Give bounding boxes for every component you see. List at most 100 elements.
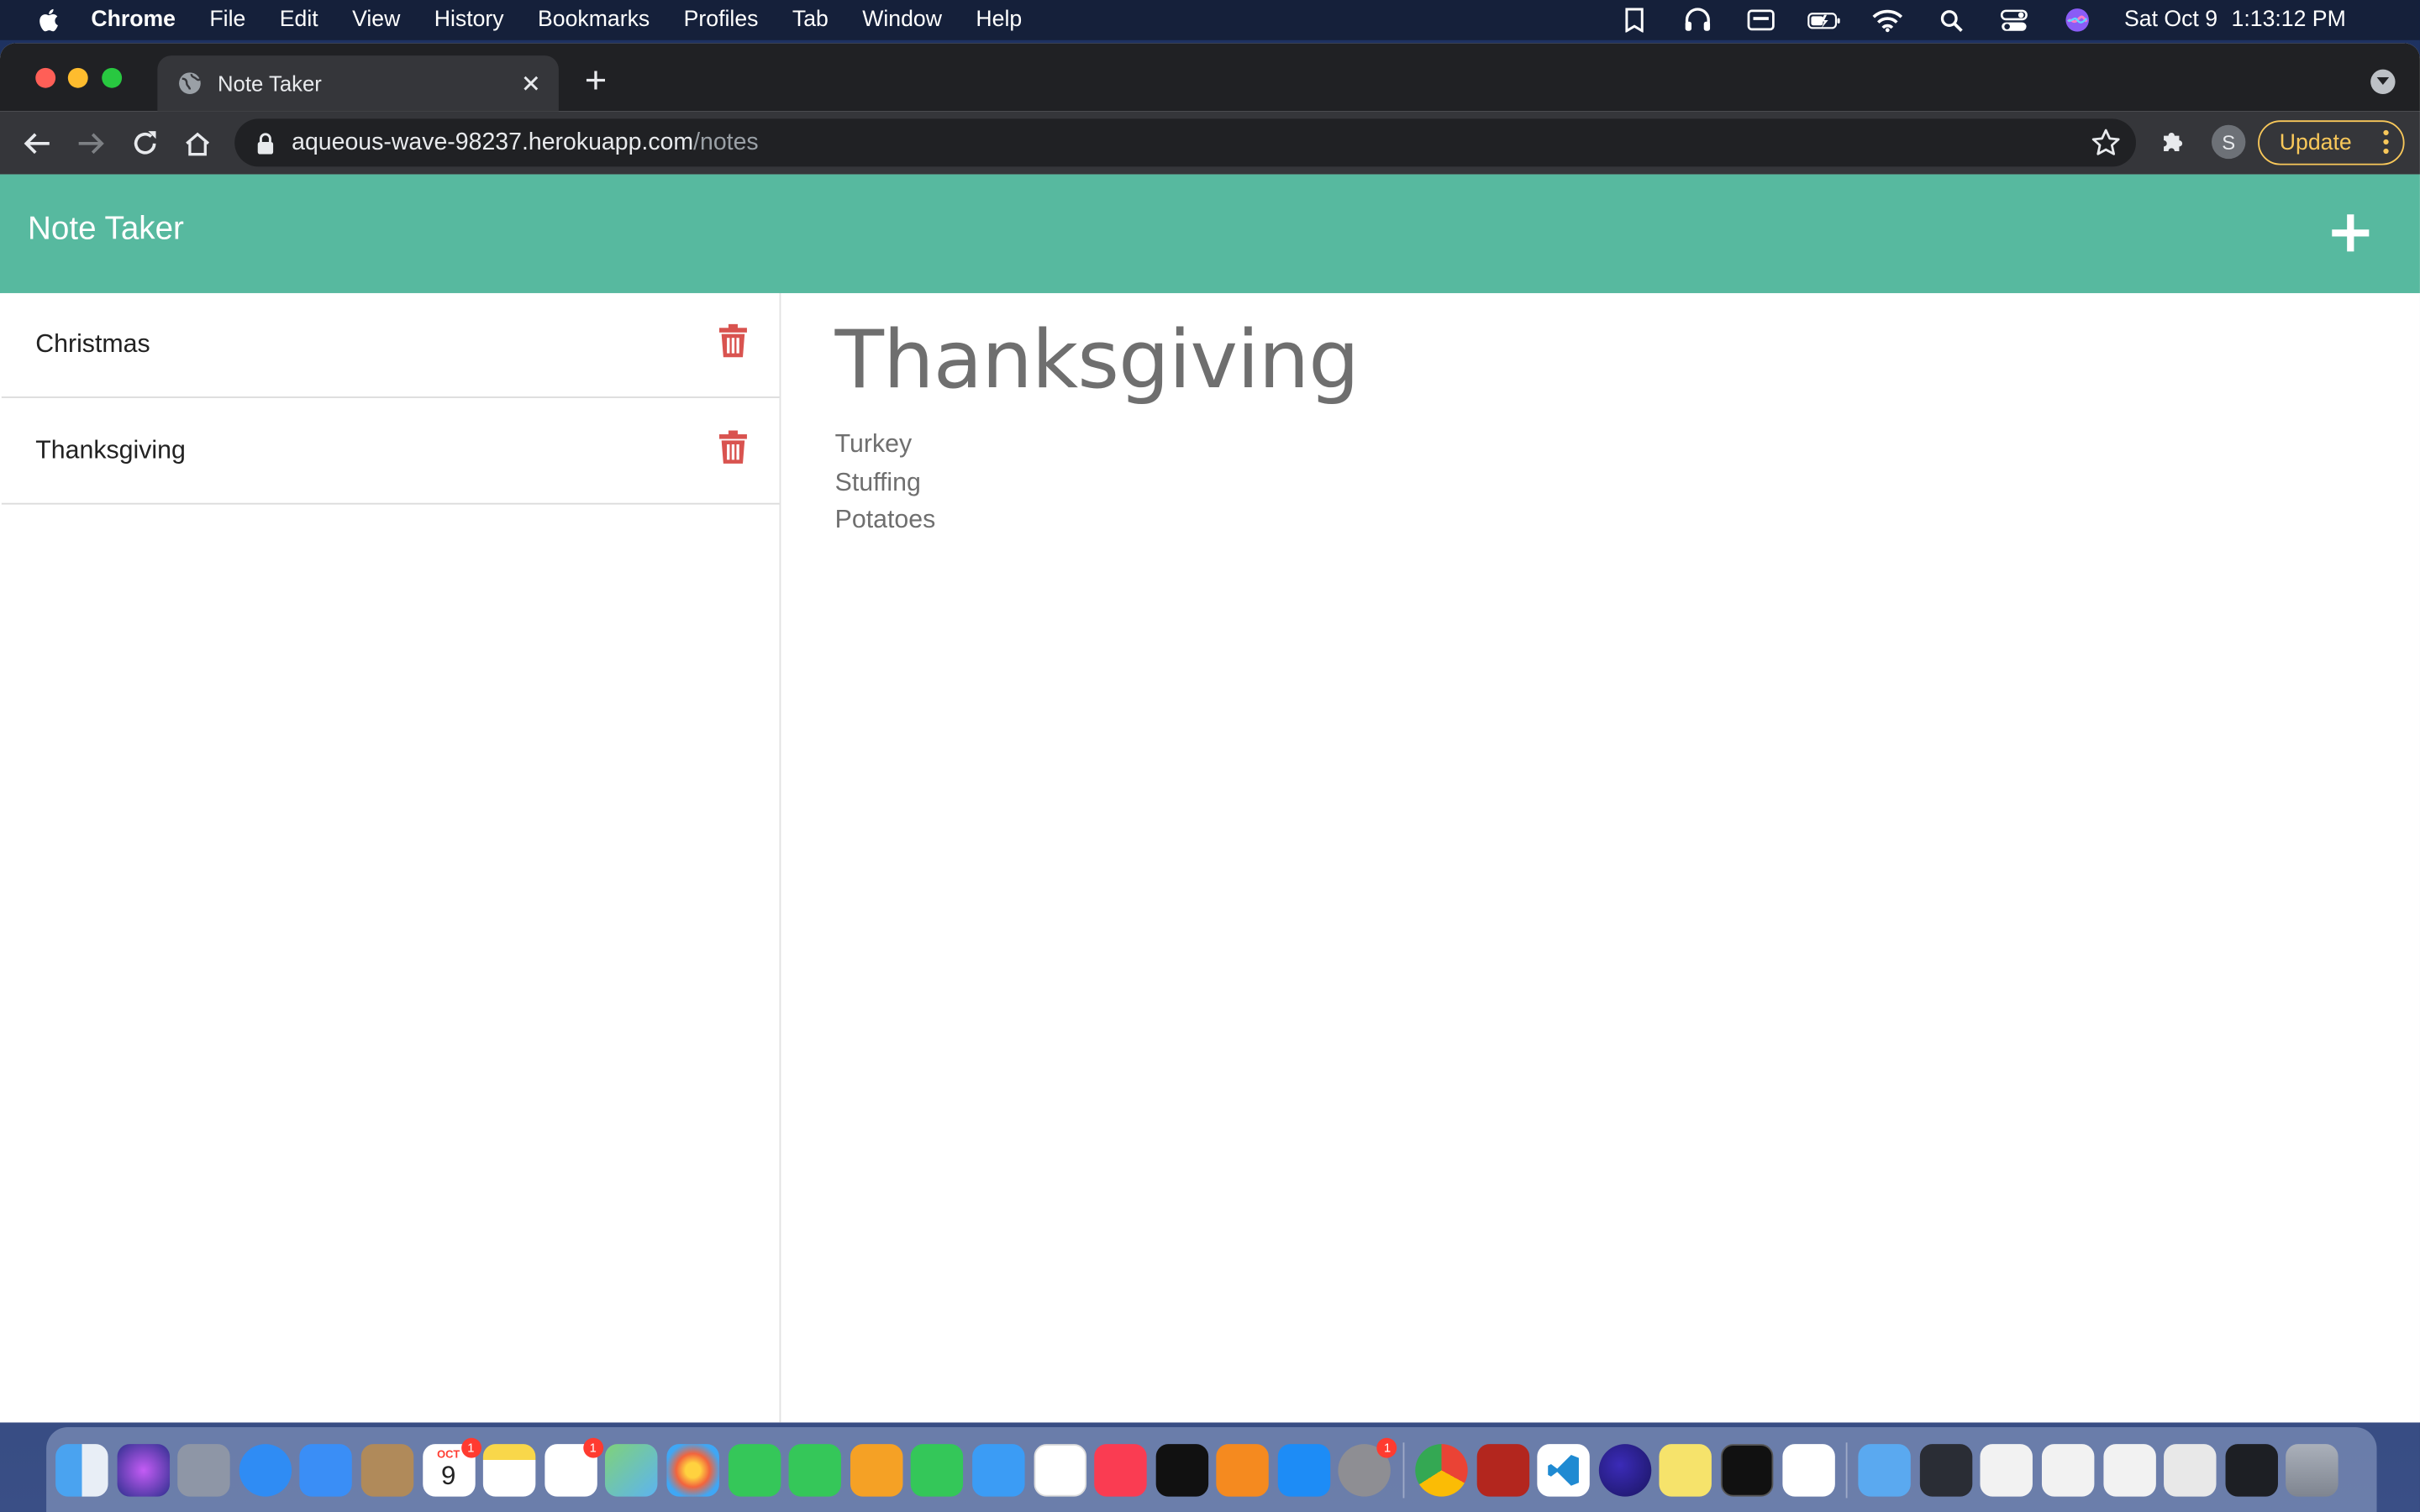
note-title[interactable]: Thanksgiving (35, 437, 719, 466)
tab-note-taker[interactable]: Note Taker (157, 55, 559, 112)
browser-toolbar: aqueous-wave-98237.herokuapp.com/notes S… (0, 111, 2420, 175)
chrome-icon[interactable] (1415, 1443, 1468, 1496)
terminal-icon[interactable] (1720, 1443, 1774, 1496)
notes-list: Christmas Thanksgiving (0, 292, 781, 1423)
minimized-window-icon[interactable] (2102, 1443, 2156, 1496)
menu-profiles[interactable]: Profiles (684, 8, 759, 32)
spotlight-search-icon[interactable] (1934, 8, 1968, 32)
new-tab-button[interactable] (581, 65, 612, 96)
zoom-window-button[interactable] (102, 67, 123, 88)
contacts-icon[interactable] (360, 1443, 414, 1496)
tab-title: Note Taker (217, 71, 322, 96)
tab-search-icon[interactable] (2370, 69, 2396, 95)
forward-arrow-icon[interactable] (74, 127, 108, 160)
downloads-folder-icon[interactable] (1858, 1443, 1912, 1496)
menu-help[interactable]: Help (976, 8, 1022, 32)
system-preferences-icon[interactable]: 1 (1339, 1436, 1398, 1496)
menu-edit[interactable]: Edit (280, 8, 318, 32)
update-button[interactable]: Update (2258, 120, 2405, 165)
reminders-icon[interactable]: 1 (544, 1436, 603, 1496)
wifi-icon[interactable] (1871, 8, 1905, 32)
globe-icon (179, 72, 202, 95)
apple-tv-icon[interactable] (1155, 1443, 1208, 1496)
address-bar[interactable]: aqueous-wave-98237.herokuapp.com/notes (234, 118, 2136, 167)
menu-app-name[interactable]: Chrome (91, 8, 176, 32)
apple-logo-icon[interactable] (35, 6, 63, 34)
dock-separator (1402, 1441, 1405, 1498)
pages-icon[interactable] (850, 1443, 902, 1496)
note-list-item-thanksgiving[interactable]: Thanksgiving (1, 399, 780, 505)
browser-window: Note Taker aqueous-wave-98237.herokuapp.… (0, 43, 2420, 1423)
extensions-puzzle-icon[interactable] (2158, 127, 2189, 158)
calendar-month: OCT (437, 1449, 460, 1461)
note-line: Turkey (834, 430, 913, 459)
reload-icon[interactable] (128, 127, 161, 160)
maps-icon[interactable] (605, 1443, 659, 1496)
vscode-icon[interactable] (1537, 1443, 1591, 1496)
note-text-area[interactable]: Turkey Stuffing Potatoes (835, 426, 936, 539)
launchpad-icon[interactable] (177, 1443, 231, 1496)
siri-icon[interactable] (116, 1443, 170, 1496)
calendar-day: 9 (440, 1460, 456, 1490)
safari-icon[interactable] (239, 1443, 292, 1496)
trash-icon[interactable] (718, 429, 747, 464)
stickies-icon[interactable] (1660, 1443, 1712, 1496)
minimized-window-icon[interactable] (2041, 1443, 2095, 1496)
note-title-input[interactable]: Thanksgiving (835, 315, 1360, 407)
menu-history[interactable]: History (434, 8, 504, 32)
back-arrow-icon[interactable] (20, 127, 54, 160)
macos-menu-bar: Chrome File Edit View History Bookmarks … (0, 0, 2420, 40)
minimized-window-icon[interactable] (1919, 1443, 1972, 1496)
menu-bookmarks[interactable]: Bookmarks (538, 8, 650, 32)
headphones-status-icon[interactable] (1681, 8, 1715, 32)
messages-icon[interactable] (728, 1443, 781, 1496)
keynote-icon[interactable] (971, 1443, 1025, 1496)
eclipse-app-icon[interactable] (1598, 1443, 1651, 1496)
menu-file[interactable]: File (209, 8, 245, 32)
music-icon[interactable] (1094, 1443, 1147, 1496)
home-icon[interactable] (181, 127, 214, 160)
minimized-window-icon[interactable] (1981, 1443, 2033, 1496)
control-center-icon[interactable] (1997, 8, 2031, 32)
notes-icon[interactable] (483, 1443, 536, 1496)
minimized-window-icon[interactable] (2225, 1443, 2278, 1496)
app-brand[interactable]: Note Taker (28, 212, 184, 249)
trash-bin-icon[interactable] (2286, 1443, 2339, 1496)
lock-icon[interactable] (256, 132, 275, 154)
slack-icon[interactable] (1781, 1443, 1835, 1496)
note-title[interactable]: Christmas (35, 330, 719, 360)
add-note-plus-icon[interactable] (2330, 213, 2370, 253)
facetime-icon[interactable] (788, 1443, 842, 1496)
menu-tab[interactable]: Tab (792, 8, 829, 32)
reminders-badge: 1 (582, 1436, 603, 1457)
note-list-item-christmas[interactable]: Christmas (1, 292, 780, 398)
chrome-menu-icon[interactable] (2383, 129, 2389, 155)
close-tab-icon[interactable] (515, 68, 546, 99)
input-source-icon[interactable] (1744, 8, 1778, 32)
acrobat-icon[interactable] (1476, 1443, 1529, 1496)
menu-view[interactable]: View (352, 8, 400, 32)
dock-separator (1846, 1441, 1848, 1498)
calendar-icon[interactable]: OCT 9 1 (422, 1436, 481, 1496)
battery-icon[interactable] (1807, 8, 1841, 32)
mail-icon[interactable] (300, 1443, 353, 1496)
minimize-window-button[interactable] (67, 67, 88, 88)
numbers-icon[interactable] (911, 1443, 964, 1496)
note-line: Stuffing (834, 468, 921, 496)
trash-icon[interactable] (718, 323, 747, 357)
finder-icon[interactable] (55, 1443, 108, 1496)
books-icon[interactable] (1216, 1443, 1270, 1496)
menu-window[interactable]: Window (862, 8, 942, 32)
close-window-button[interactable] (35, 67, 56, 88)
siri-icon[interactable] (2061, 8, 2095, 32)
minimized-window-icon[interactable] (2164, 1443, 2217, 1496)
news-icon[interactable] (1033, 1443, 1086, 1496)
menubar-clock[interactable]: 1:13:12 PM (2232, 8, 2346, 32)
bookmark-star-icon[interactable] (2091, 128, 2121, 157)
menubar-date[interactable]: Sat Oct 9 (2124, 8, 2217, 32)
profile-avatar[interactable]: S (2211, 124, 2246, 160)
app-store-icon[interactable] (1277, 1443, 1331, 1496)
note-line: Potatoes (834, 506, 936, 534)
photos-icon[interactable] (666, 1443, 719, 1496)
book-status-icon[interactable] (1618, 8, 1652, 33)
